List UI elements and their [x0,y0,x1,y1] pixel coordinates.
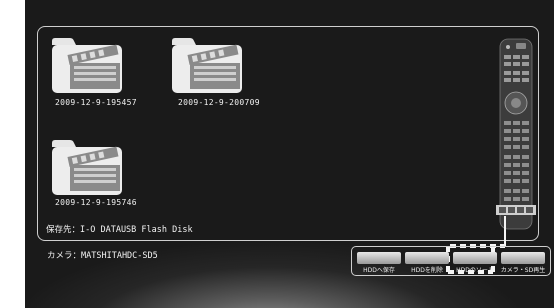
save-to-hdd-label: HDDへ保存 [363,267,395,274]
hdd-sort-button[interactable] [453,252,497,264]
delete-from-hdd-label: HDDを削除 [411,267,443,274]
camera-name-label: カメラ：MATSHITAHDC-SD5 [47,251,158,261]
camera-sd-playback-button[interactable] [501,252,545,264]
hdd-sort-label: HDDのソート [456,267,494,274]
camera-sd-playback-label: カメラ・SD再生 [500,267,546,274]
delete-from-hdd-button[interactable] [405,252,449,264]
tv-screen: 2009-12-9-195457 2009-12-9-200709 2009-1… [25,0,554,308]
save-to-hdd-button[interactable] [357,252,401,264]
action-button-bar: HDDへ保存 HDDを削除 HDDのソート カメラ・SD再生 [351,246,551,276]
